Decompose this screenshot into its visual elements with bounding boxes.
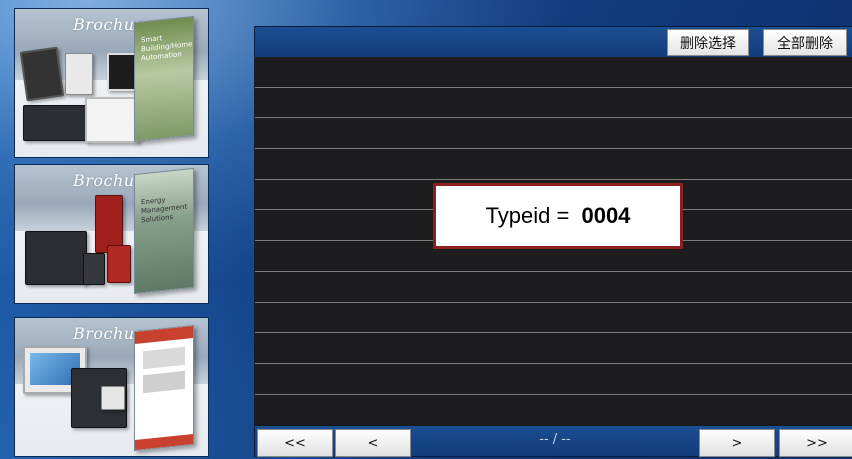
list-row[interactable] (255, 118, 852, 150)
monitor-image (85, 97, 139, 143)
typeid-label-box: Typeid = 0004 (433, 183, 683, 249)
brochure-book-image: Smart Building/Home Automation (134, 15, 194, 143)
list-row[interactable] (255, 87, 852, 119)
delete-all-button[interactable]: 全部删除 (763, 29, 847, 56)
list-row[interactable] (255, 363, 852, 395)
book-thumbnail-2 (143, 370, 185, 394)
book-thumbnail (143, 346, 185, 370)
list-row[interactable] (255, 149, 852, 180)
brochure-tile-2[interactable]: Brochure Energy Management Solutions (14, 164, 209, 304)
next-page-button[interactable]: > (699, 429, 775, 457)
last-page-button[interactable]: >> (779, 429, 852, 457)
io-module-image (25, 231, 87, 285)
delete-selected-button[interactable]: 删除选择 (667, 29, 749, 56)
typeid-value: 0004 (581, 203, 631, 228)
terminal-block-image (101, 386, 125, 410)
tablet-image (107, 53, 137, 91)
typeid-prefix: Typeid = (485, 203, 576, 228)
dark-module-image (83, 253, 105, 285)
list-row[interactable] (255, 333, 852, 364)
first-page-button[interactable]: << (257, 429, 333, 457)
list-row[interactable] (255, 302, 852, 334)
list-row[interactable] (255, 57, 852, 88)
red-module-image-2 (107, 245, 131, 283)
brochure-book-image: Energy Management Solutions (134, 167, 194, 295)
touch-panel-image (19, 46, 65, 102)
brochure-book-image (134, 324, 194, 452)
list-row[interactable] (255, 394, 852, 425)
list-row[interactable] (255, 271, 852, 303)
book-footer-stripe (135, 433, 193, 451)
pagination-bar: -- / -- << < > >> (255, 426, 852, 457)
prev-page-button[interactable]: < (335, 429, 411, 457)
brochure-tile-1[interactable]: Brochure Smart Building/Home Automation (14, 8, 209, 158)
brochure-tile-3[interactable]: Brochure (14, 317, 209, 457)
controller-image (65, 53, 93, 95)
list-header: 删除选择 全部删除 (255, 27, 852, 57)
rail-module-image (23, 105, 89, 141)
